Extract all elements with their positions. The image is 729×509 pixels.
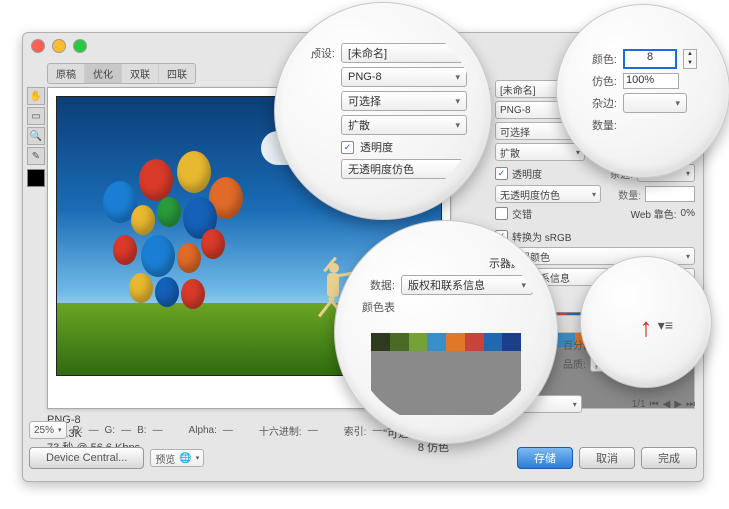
dither-select[interactable]: 扩散▾ <box>495 143 585 161</box>
done-button[interactable]: 完成 <box>641 447 697 469</box>
frame-first-icon[interactable]: ⏮ <box>650 399 659 410</box>
flyout-menu-icon[interactable]: ▾≡ <box>658 317 673 334</box>
preview-browser-select[interactable]: 预览🌐▾ <box>150 449 204 467</box>
transparency-checkbox[interactable] <box>495 167 508 180</box>
save-button[interactable]: 存储 <box>517 447 573 469</box>
interlace-checkbox[interactable] <box>495 207 508 220</box>
dither-field-zoom[interactable]: 100% <box>623 73 679 89</box>
zoom-select[interactable]: 25%▾ <box>29 421 67 439</box>
tab-optimized[interactable]: 优化 <box>85 64 122 83</box>
colors-field-zoom[interactable]: 8 <box>623 49 677 69</box>
hand-tool-icon[interactable]: ✋ <box>27 87 45 105</box>
foreground-swatch[interactable] <box>27 169 45 187</box>
device-central-button[interactable]: Device Central... <box>29 447 144 469</box>
zoom-callout-preset: 预设:[未命名]▾ PNG-8▾ 可选择▾ 扩散▾ 透明度 无透明度仿色▾ <box>274 2 492 220</box>
tab-4up[interactable]: 四联 <box>159 64 195 83</box>
trans-dither-select[interactable]: 无透明度仿色▾ <box>495 185 601 203</box>
eyedropper-tool-icon[interactable]: ✎ <box>27 147 45 165</box>
footer: 25%▾ R:— G:— B:— Alpha:— 十六进制:— 索引:— Dev… <box>29 419 697 475</box>
slice-tool-icon[interactable]: ▭ <box>27 107 45 125</box>
amount-field[interactable] <box>645 186 695 202</box>
zoom-callout-colortable: 示器颜色 数据:版权和联系信息▾ 颜色表 <box>334 220 558 444</box>
tab-original[interactable]: 原稿 <box>48 64 85 83</box>
zoom-tool-icon[interactable]: 🔍 <box>27 127 45 145</box>
frame-prev-icon[interactable]: ◀ <box>663 399 671 410</box>
frame-next-icon[interactable]: ▶ <box>674 399 682 410</box>
balloons-graphic <box>93 151 273 341</box>
cancel-button[interactable]: 取消 <box>579 447 635 469</box>
frame-last-icon[interactable]: ⏭ <box>686 399 695 410</box>
arrow-up-icon: ↑ <box>640 312 653 343</box>
tab-2up[interactable]: 双联 <box>122 64 159 83</box>
preview-tabs: 原稿 优化 双联 四联 <box>47 63 196 84</box>
colors-stepper[interactable]: ▲▼ <box>683 49 697 69</box>
globe-icon: 🌐 <box>179 453 191 464</box>
zoom-callout-colors: 颜色:8▲▼ 仿色:100% 杂边:▾ 数量: <box>556 4 729 178</box>
transparency-checkbox-zoom[interactable] <box>341 141 354 154</box>
zoom-callout-menu: ▾≡ ↑ <box>580 256 712 388</box>
tool-column: ✋ ▭ 🔍 ✎ <box>27 87 43 187</box>
